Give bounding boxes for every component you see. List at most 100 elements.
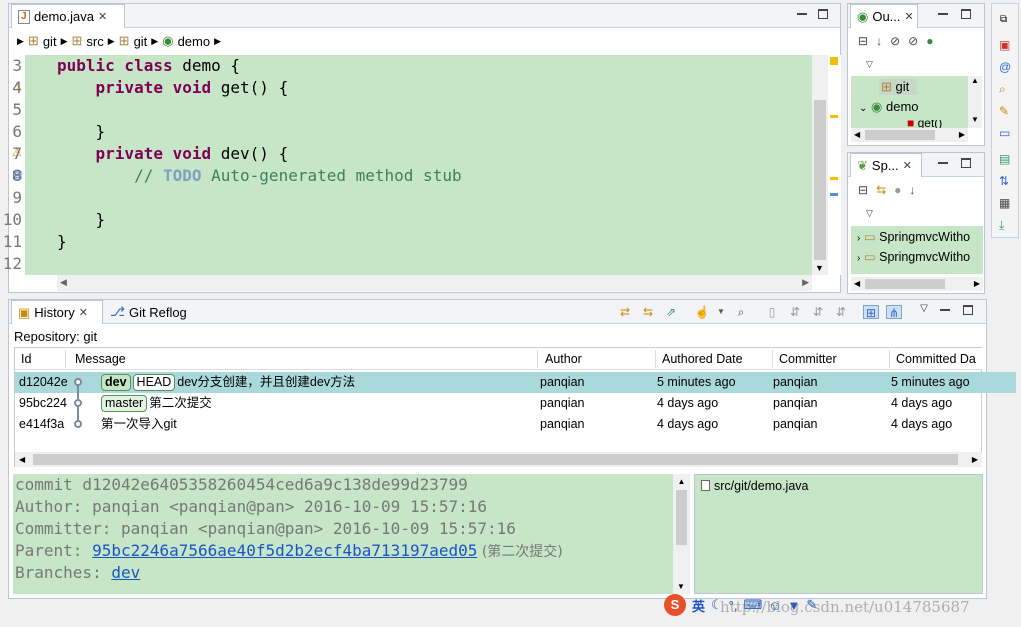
filter-icon[interactable]: ● [894,183,909,197]
table-row[interactable]: e414f3a 第一次导入git panqian 4 days ago panqian 4… [15,414,1016,435]
collapse-all-icon[interactable]: ⊟ [858,34,876,48]
close-icon[interactable]: ✕ [79,306,88,319]
list-item[interactable]: › ▭ SpringmvcWitho [857,249,970,264]
code-line[interactable]: private void get() { [57,77,289,99]
branch-link[interactable]: dev [111,563,140,582]
parent-hash-link[interactable]: 95bc2246a7566ae40f5d2b2ecf4ba713197aed05 [92,541,477,560]
hide-fields-icon[interactable]: ⊘ [890,34,908,48]
maximize-icon[interactable] [818,9,828,19]
maximize-icon[interactable] [961,9,971,19]
spring-hscrollbar[interactable]: ◀ ▶ [851,277,983,291]
download-icon[interactable]: ⤓ [999,218,1004,233]
compare-mode-icon[interactable]: ⇆ [640,305,656,319]
code-line[interactable]: // TODO Auto-generated method stub [57,165,462,187]
list-item[interactable]: ⊞ git [879,79,918,95]
pencil-icon[interactable]: ✎ [999,104,1009,118]
hide-static-icon[interactable]: ⊘ [908,34,926,48]
commit-detail[interactable]: commit d12042e6405358260454ced6a9c138de9… [13,474,673,594]
maximize-icon[interactable] [963,305,973,315]
tab-history[interactable]: ▣ History ✕ [11,300,103,324]
chevron-right-icon[interactable]: › [857,253,860,264]
tab-outline[interactable]: ◉ Ou... ✕ [850,4,918,28]
code-line[interactable]: public class demo { [57,55,240,77]
column-header-author[interactable]: Author [545,348,582,370]
show-all-icon[interactable]: ⇗ [663,305,679,319]
tab-spring[interactable]: ❦ Sp... ✕ [850,153,922,177]
ref-badge[interactable]: dev [101,374,131,391]
link-selection-icon[interactable]: ⇄ [617,305,633,319]
column-header-committer[interactable]: Committer [779,348,837,370]
list-item[interactable]: src/git/demo.java [701,479,808,493]
column-header-id[interactable]: Id [21,348,31,370]
code-line[interactable]: } [57,231,67,253]
chevron-left-icon[interactable]: ◀ [60,277,67,288]
layout-icon[interactable]: ⊞ [863,305,879,320]
close-icon[interactable]: ✕ [98,10,107,23]
branches-icon[interactable]: ⋔ [886,305,902,320]
ref-badge[interactable]: HEAD [132,374,176,391]
ref-badge[interactable]: master [101,395,148,412]
editor-vscrollbar[interactable]: ▼ [812,55,828,275]
chevron-down-icon[interactable]: ▼ [815,263,824,273]
breadcrumb-item[interactable]: src [86,34,103,49]
minimize-icon[interactable] [797,9,807,15]
servers-icon[interactable]: ▤ [999,152,1010,166]
search-icon[interactable]: ⌕ [999,82,1006,97]
code-line[interactable]: private void dev() { [57,143,289,165]
minimize-icon[interactable] [938,9,948,15]
breadcrumb-item[interactable]: demo [178,34,211,49]
filter-icon[interactable]: ☝ [694,305,710,319]
tab-demo-java[interactable]: J demo.java ✕ [11,4,125,28]
list-item[interactable]: › ▭ SpringmvcWitho [857,229,970,244]
chevron-right-icon[interactable]: ▶ [802,277,809,288]
list-item[interactable]: ■ get() [907,120,942,128]
editor-hscrollbar[interactable]: ◀ ▶ [57,275,812,291]
list-item[interactable]: ⌄ ◉ demo [859,99,919,115]
show-repo-icon[interactable]: ⇵ [833,305,849,319]
breadcrumb-item[interactable]: git [43,34,57,49]
view-menu-icon[interactable]: ▽ [919,304,929,314]
maximize-icon[interactable] [961,158,971,168]
scroll-thumb[interactable] [33,454,958,465]
properties-icon[interactable]: ▦ [999,196,1010,210]
restore-icon[interactable]: ⧉ [1000,14,1007,25]
detail-vscrollbar[interactable]: ▲ ▼ [673,474,690,594]
history-icon[interactable]: @ [999,60,1011,74]
scroll-thumb[interactable] [814,100,826,260]
close-icon[interactable]: ✕ [905,10,914,23]
repository-icon[interactable]: ▣ [999,38,1010,52]
code-line[interactable]: } [57,209,106,231]
outline-hscrollbar[interactable]: ◀ ▶ [851,128,968,142]
table-row[interactable]: 95bc224 master 第二次提交 panqian 4 days ago panqi… [15,393,1016,420]
code-editor[interactable]: 3 public class demo {4 private void get()… [3,55,812,275]
hide-nonpublic-icon[interactable]: ● [926,34,941,48]
chevron-down-icon[interactable]: ⌄ [859,103,867,114]
sort-icon[interactable]: ↓ [876,34,890,48]
sort-icon[interactable]: ↓ [909,183,923,197]
view-menu-icon[interactable]: ▽ [866,208,873,219]
column-header-message[interactable]: Message [75,348,126,370]
link-editor-icon[interactable]: ⇆ [876,183,894,197]
tab-git-reflog[interactable]: ⎇ Git Reflog [104,300,194,324]
table-row[interactable]: d12042e dev HEAD dev分支创建，并且创建dev方法 panqian 5 … [15,372,1016,399]
minimize-icon[interactable] [940,305,950,311]
breadcrumb-item[interactable]: git [134,34,148,49]
git-staging-icon[interactable]: ⇅ [999,174,1009,188]
show-project-icon[interactable]: ⇵ [810,305,826,319]
outline-vscrollbar[interactable]: ▲ ▼ [968,76,982,128]
view-menu-icon[interactable]: ▽ [866,59,873,70]
collapse-all-icon[interactable]: ⊟ [858,183,876,197]
code-line[interactable]: } [57,121,106,143]
show-folder-icon[interactable]: ⇵ [787,305,803,319]
chevron-down-icon[interactable]: ▼ [713,305,729,319]
column-header-committed-date[interactable]: Committed Da [896,348,982,370]
search-icon[interactable]: ⌕ [733,305,749,319]
console-icon[interactable]: ▭ [999,126,1010,140]
close-icon[interactable]: ✕ [903,159,912,172]
history-hscrollbar[interactable]: ◀ ▶ [15,452,982,467]
scroll-thumb[interactable] [676,490,687,545]
minimize-icon[interactable] [938,158,948,164]
show-file-icon[interactable]: ▯ [764,305,780,319]
column-header-authored-date[interactable]: Authored Date [662,348,743,370]
ime-lang[interactable]: 英 [692,596,705,615]
